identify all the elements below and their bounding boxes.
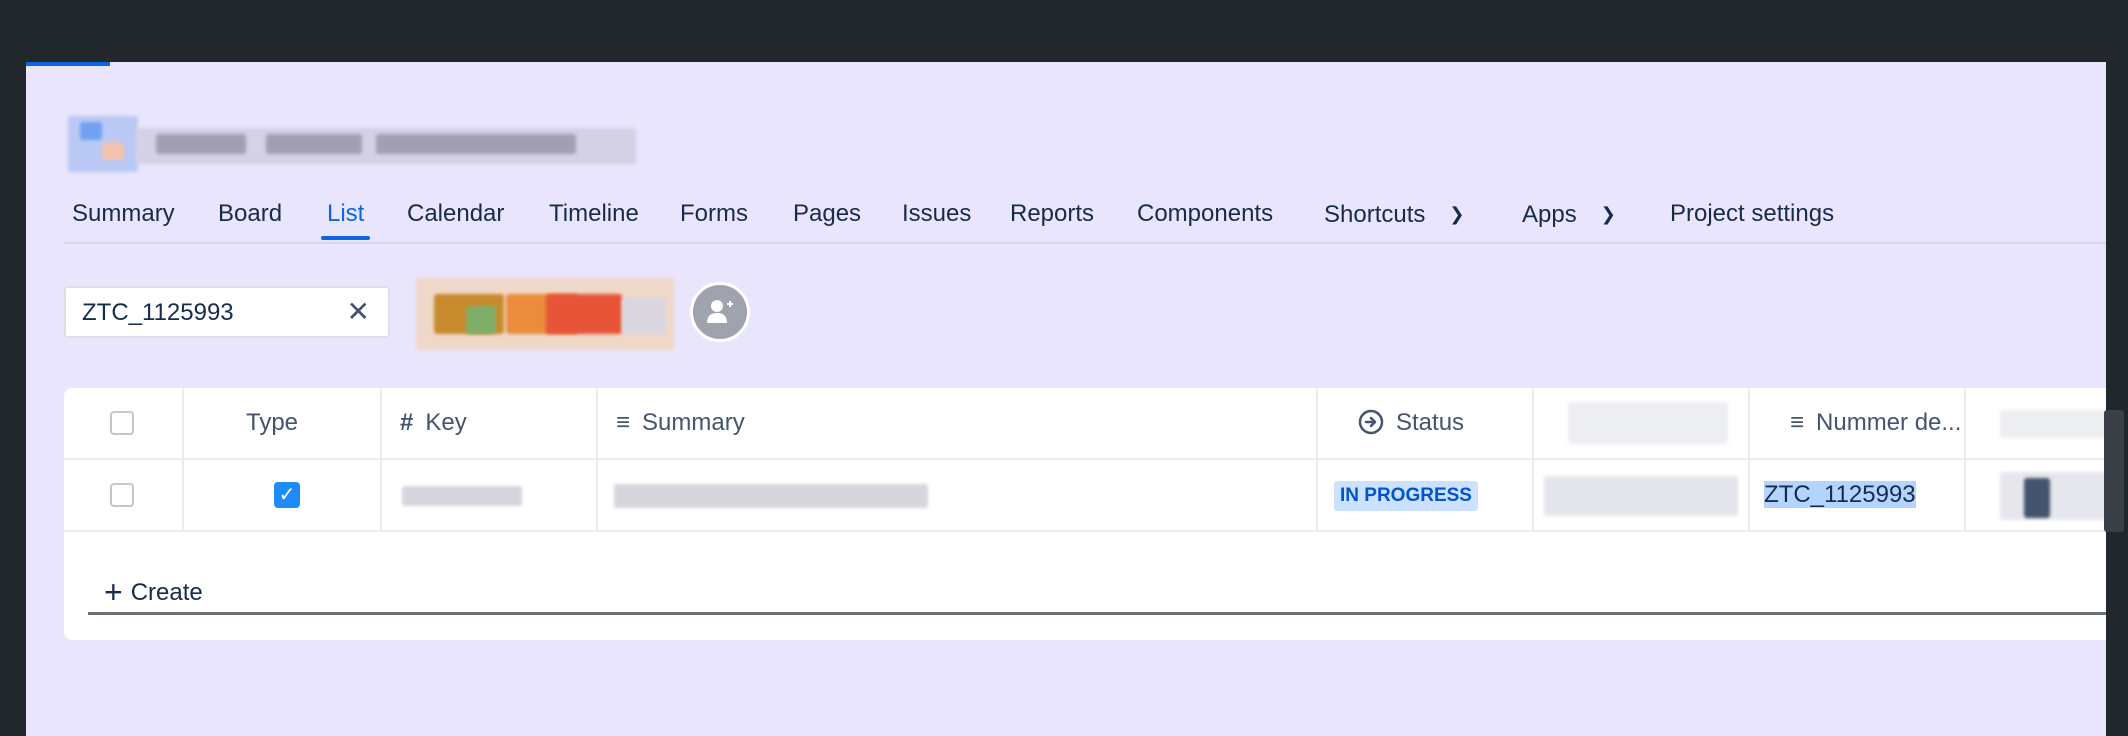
text-lines-icon: ≡	[1790, 409, 1805, 436]
tab-list[interactable]: List	[320, 188, 371, 240]
loading-progress-bar	[26, 62, 110, 66]
column-divider	[182, 388, 184, 530]
create-label: Create	[130, 579, 203, 606]
status-cell[interactable]: IN PROGRESS	[1334, 460, 1478, 530]
chevron-down-icon: ❯	[1600, 204, 1616, 224]
issue-summary-redacted[interactable]	[614, 484, 928, 508]
tab-label: Forms	[680, 200, 748, 227]
column-divider	[1748, 388, 1750, 530]
tab-apps[interactable]: Apps ❯	[1522, 188, 1616, 238]
tab-label: Project settings	[1670, 200, 1835, 227]
tab-label: Components	[1137, 200, 1274, 227]
tab-forms[interactable]: Forms	[680, 188, 748, 238]
cell-redacted	[1544, 476, 1738, 516]
tab-components[interactable]: Components	[1137, 188, 1273, 238]
issues-table: Type # Key ≡ Summary Status ≡ Nummer de... …	[64, 388, 2106, 640]
tab-board[interactable]: Board	[218, 188, 282, 238]
avatar	[2024, 478, 2050, 518]
hash-icon: #	[400, 409, 414, 436]
column-header-nummer[interactable]: ≡ Nummer de...	[1790, 388, 1961, 458]
horizontal-scrollbar[interactable]	[88, 612, 2106, 615]
column-divider	[1316, 388, 1318, 530]
column-header-redacted	[1568, 402, 1728, 444]
tab-label: Apps	[1522, 201, 1577, 228]
plus-icon: +	[104, 574, 123, 610]
tab-label: Shortcuts	[1324, 201, 1426, 228]
tab-label: Board	[218, 200, 283, 227]
tab-label: Reports	[1010, 200, 1095, 227]
task-type-icon: ✓	[274, 482, 300, 508]
project-page: Summary Board List Calendar Timeline For…	[26, 62, 2106, 736]
create-button[interactable]: + Create	[104, 576, 203, 609]
tab-label: Pages	[793, 200, 862, 227]
column-header-label: Type	[246, 409, 299, 436]
vertical-scrollbar[interactable]	[2104, 410, 2124, 532]
column-header-key[interactable]: # Key	[400, 388, 467, 458]
tab-reports[interactable]: Reports	[1010, 188, 1094, 238]
tab-timeline[interactable]: Timeline	[549, 188, 639, 238]
tab-label: List	[327, 200, 365, 227]
tab-label: Summary	[72, 200, 175, 227]
issue-key-redacted[interactable]	[402, 486, 522, 506]
nummer-value: ZTC_1125993	[1764, 481, 1916, 508]
add-people-icon[interactable]	[690, 282, 750, 342]
assignee-avatars-redacted[interactable]	[416, 272, 674, 356]
column-divider	[1532, 388, 1534, 530]
column-header-label: Key	[425, 409, 467, 436]
column-header-summary[interactable]: ≡ Summary	[616, 388, 745, 458]
status-lozenge[interactable]: IN PROGRESS	[1334, 480, 1478, 511]
column-divider	[596, 388, 598, 530]
column-header-label: Summary	[642, 409, 745, 436]
column-header-status[interactable]: Status	[1358, 388, 1464, 458]
search-field: ✕	[64, 286, 390, 338]
project-title-redacted	[56, 112, 636, 172]
tab-label: Timeline	[549, 200, 639, 227]
select-all-checkbox[interactable]	[110, 411, 134, 435]
column-header-label: Status	[1396, 409, 1465, 436]
column-header-label: Nummer de...	[1816, 409, 1962, 436]
row-checkbox[interactable]	[110, 483, 134, 507]
column-header-redacted	[2000, 410, 2106, 438]
project-tabs: Summary Board List Calendar Timeline For…	[64, 188, 2106, 244]
column-divider	[380, 388, 382, 530]
tab-label: Calendar	[407, 200, 505, 227]
tab-shortcuts[interactable]: Shortcuts ❯	[1324, 188, 1464, 238]
column-header-type[interactable]: Type	[246, 388, 298, 458]
tab-label: Issues	[902, 200, 972, 227]
tab-summary[interactable]: Summary	[72, 188, 175, 238]
tab-project-settings[interactable]: Project settings	[1670, 188, 1834, 238]
search-input[interactable]	[80, 288, 344, 338]
nummer-cell[interactable]: ZTC_1125993	[1764, 460, 1916, 530]
tab-pages[interactable]: Pages	[793, 188, 861, 238]
cell-redacted	[2000, 472, 2106, 520]
column-divider	[1964, 388, 1966, 530]
text-lines-icon: ≡	[616, 409, 631, 436]
status-arrow-icon	[1358, 409, 1384, 435]
close-icon[interactable]: ✕	[347, 296, 370, 328]
tab-issues[interactable]: Issues	[902, 188, 971, 238]
chevron-down-icon: ❯	[1449, 204, 1465, 224]
tab-calendar[interactable]: Calendar	[407, 188, 504, 238]
